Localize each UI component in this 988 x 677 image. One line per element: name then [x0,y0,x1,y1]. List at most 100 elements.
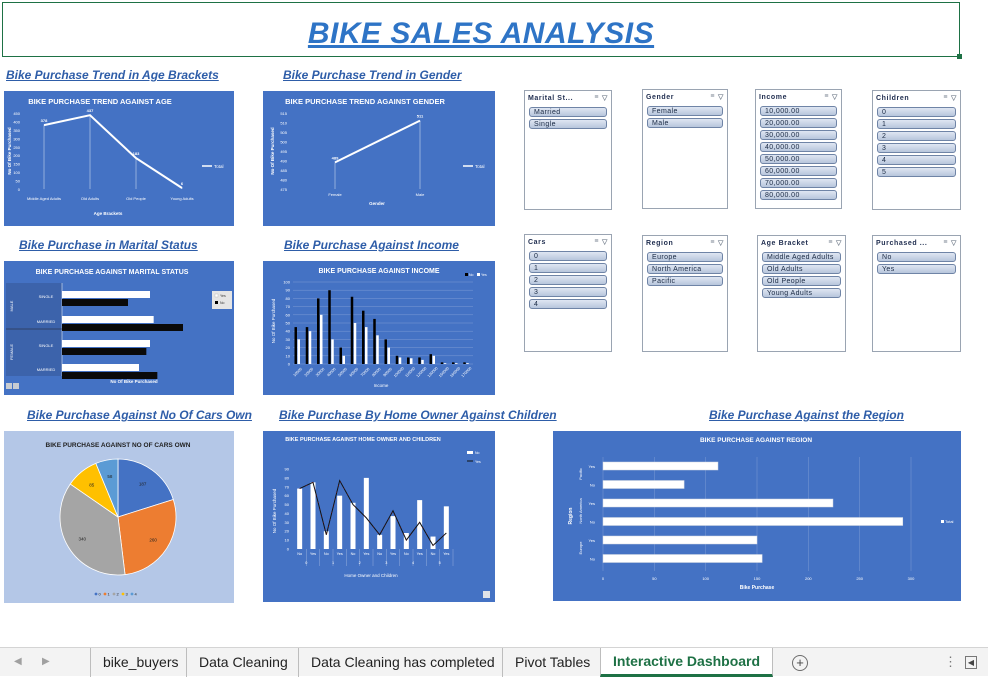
slicer-item[interactable]: Married [529,107,607,117]
slicer-item[interactable]: Pacific [647,276,723,286]
x-axis-title: Income [374,383,389,388]
slicer-item[interactable]: 1 [529,263,607,273]
x-tick-label: 30000 [315,367,325,377]
slicer-item[interactable]: No [877,252,956,262]
slicer-item[interactable]: 4 [529,299,607,309]
slicer-item[interactable]: Yes [877,264,956,274]
clear-filter-icon[interactable]: ▽ [718,239,724,247]
selection-handle[interactable] [957,54,962,59]
tab-bike-buyers[interactable]: bike_buyers [90,648,191,677]
legend-label: 0 [99,592,102,597]
slicer-item[interactable]: 70,000.00 [760,178,837,188]
multi-select-icon[interactable]: ≡ [710,93,715,101]
multi-select-icon[interactable]: ≡ [943,239,948,247]
chart-region[interactable]: BIKE PURCHASE AGAINST REGION 0 50 100 150 200… [553,431,961,601]
clear-filter-icon[interactable]: ▽ [602,94,608,102]
tab-data-cleaning[interactable]: Data Cleaning [186,648,300,677]
slicer-item[interactable]: Single [529,119,607,129]
slicer-header: Purchased ... ≡ ▽ [873,236,960,250]
chart-home[interactable]: BIKE PURCHASE AGAINST HOME OWNER AND CHI… [263,431,495,602]
slicer-item[interactable]: 1 [877,119,956,129]
slicer-item[interactable]: 30,000.00 [760,130,837,140]
tab-pivot-tables[interactable]: Pivot Tables [502,648,602,677]
slicer-item[interactable]: 2 [877,131,956,141]
add-sheet-icon[interactable]: + [792,655,808,671]
slicer-item[interactable]: 60,000.00 [760,166,837,176]
clear-filter-icon[interactable]: ▽ [718,93,724,101]
multi-select-icon[interactable]: ≡ [824,93,829,101]
chart-marital[interactable]: BIKE PURCHASE AGAINST MARITAL STATUS MALE… [4,261,234,395]
multi-select-icon[interactable]: ≡ [594,238,599,246]
legend-swatch [477,273,480,276]
legend-label: 4 [135,592,138,597]
slicer-cars[interactable]: Cars ≡ ▽ 0 1 2 3 4 [524,234,612,352]
slicer-item[interactable]: Young Adults [762,288,841,298]
tab-data-cleaning-completed[interactable]: Data Cleaning has completed [298,648,507,677]
title-frame[interactable]: BIKE SALES ANALYSIS [2,2,962,59]
slicer-purchased[interactable]: Purchased ... ≡ ▽ No Yes [872,235,961,352]
slicer-item[interactable]: 3 [529,287,607,297]
slicer-children[interactable]: Children ≡ ▽ 0 1 2 3 4 5 [872,90,961,210]
tab-interactive-dashboard[interactable]: Interactive Dashboard [600,648,774,677]
clear-filter-icon[interactable]: ▽ [836,239,842,247]
bar-no [317,298,320,364]
slicer-marital-st[interactable]: Marital St... ≡ ▽ Married Single [524,90,612,210]
slicer-region[interactable]: Region ≡ ▽ Europe North America Pacific [642,235,728,352]
slicer-item[interactable]: 4 [877,155,956,165]
slicer-item[interactable]: 2 [529,275,607,285]
y-tick-label: 70 [286,304,291,309]
section-heading-marital: Bike Purchase in Marital Status [19,238,198,252]
y-tick-label: 100 [283,280,290,285]
slicer-income[interactable]: Income ≡ ▽ 10,000.00 20,000.00 30,000.00 40,00… [755,89,842,209]
slicer-item[interactable]: Europe [647,252,723,262]
slicer-item[interactable]: North America [647,264,723,274]
bar-total [602,554,763,563]
slicer-item[interactable]: Old Adults [762,264,841,274]
chart-gender[interactable]: BIKE PURCHASE TREND AGAINST GENDER 475 480… [263,91,495,226]
multi-select-icon[interactable]: ≡ [943,94,948,102]
slicer-title: Purchased ... [876,239,928,247]
multi-select-icon[interactable]: ≡ [710,239,715,247]
x-tick-label: No [297,552,302,556]
slicer-item[interactable]: Old People [762,276,841,286]
multi-select-icon[interactable]: ≡ [828,239,833,247]
data-label: 183 [133,151,140,156]
slicer-item[interactable]: Middle Aged Adults [762,252,841,262]
slicer-age-bracket[interactable]: Age Bracket ≡ ▽ Middle Aged Adults Old Adult… [757,235,846,352]
category-label: SINGLE [39,343,54,348]
more-options-icon[interactable]: ⋮ [944,654,957,670]
slicer-title: Age Bracket [761,239,809,247]
slicer-item[interactable]: 80,000.00 [760,190,837,200]
slicer-item[interactable]: Male [647,118,723,128]
multi-select-icon[interactable]: ≡ [594,94,599,102]
clear-filter-icon[interactable]: ▽ [602,238,608,246]
scroll-left-button[interactable]: ◀ [965,656,977,669]
slicer-item[interactable]: 0 [877,107,956,117]
chart-age[interactable]: BIKE PURCHASE TREND AGAINST AGE 0 50 100 150… [4,91,234,226]
tab-scroll-left-icon[interactable]: ◀ [14,656,22,667]
tab-scroll-right-icon[interactable]: ▶ [42,656,50,667]
x-tick-label: 110000 [404,366,416,378]
bar-no [384,339,387,364]
y-tick-label: 10 [286,353,291,358]
slicer-item[interactable]: 0 [529,251,607,261]
legend-swatch [941,520,944,523]
bar-no [452,362,455,364]
chart-income[interactable]: BIKE PURCHASE AGAINST INCOME 0 10 20 30 40 50 6… [263,261,495,395]
slicer-item[interactable]: 3 [877,143,956,153]
y-tick-label: 40 [286,329,291,334]
group-label: 5 [439,561,441,565]
slicer-item[interactable]: 20,000.00 [760,118,837,128]
bar-no [62,372,158,379]
chart-cars[interactable]: BIKE PURCHASE AGAINST NO OF CARS OWN 187 2… [4,431,234,603]
legend-swatch [215,301,218,304]
clear-filter-icon[interactable]: ▽ [832,93,838,101]
slicer-item[interactable]: Female [647,106,723,116]
slicer-item[interactable]: 10,000.00 [760,106,837,116]
slicer-item[interactable]: 5 [877,167,956,177]
slicer-item[interactable]: 40,000.00 [760,142,837,152]
slicer-gender[interactable]: Gender ≡ ▽ Female Male [642,89,728,209]
slicer-item[interactable]: 50,000.00 [760,154,837,164]
clear-filter-icon[interactable]: ▽ [951,94,957,102]
clear-filter-icon[interactable]: ▽ [951,239,957,247]
